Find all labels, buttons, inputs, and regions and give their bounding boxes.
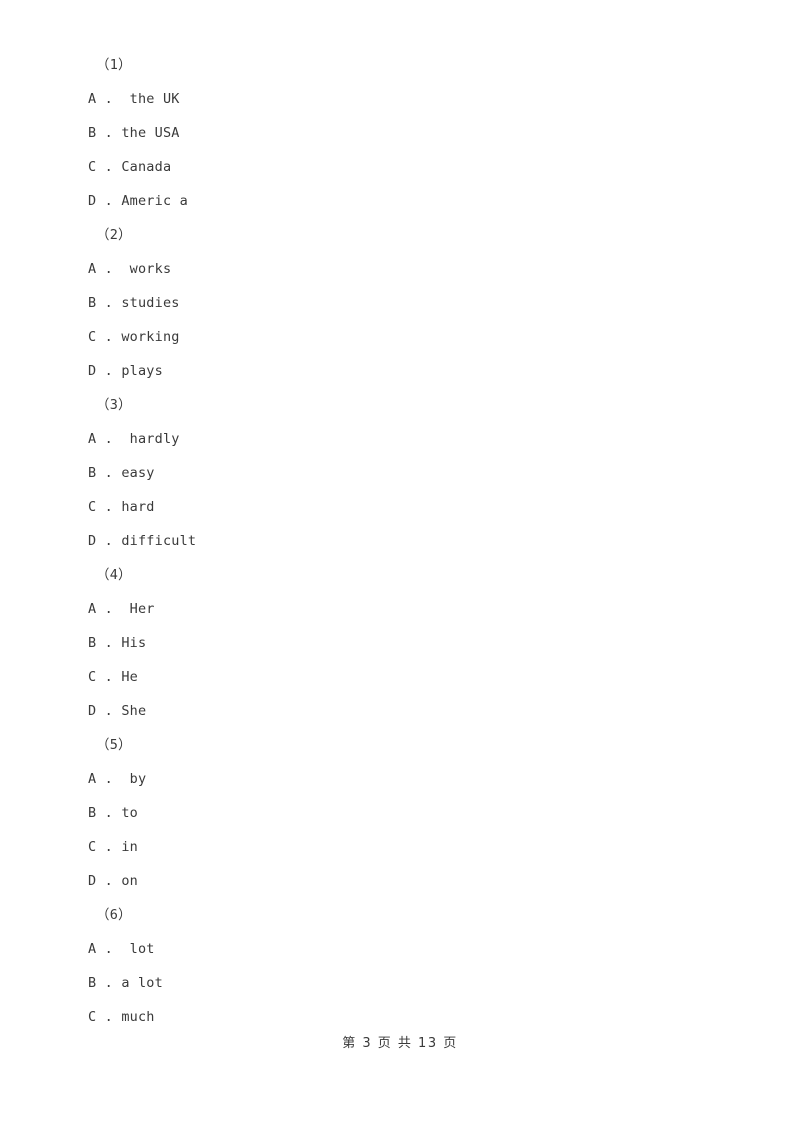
option-text: on: [121, 873, 138, 889]
option-item[interactable]: D . plays: [88, 354, 728, 388]
option-item[interactable]: A . works: [88, 252, 728, 286]
question-number-label: （1）: [96, 57, 132, 73]
option-separator: .: [96, 839, 122, 855]
option-text: in: [121, 839, 138, 855]
option-item[interactable]: B . studies: [88, 286, 728, 320]
option-item[interactable]: C . He: [88, 660, 728, 694]
question-number-label: （2）: [96, 227, 132, 243]
option-text: works: [129, 261, 172, 277]
option-text: to: [121, 805, 138, 821]
option-text: Her: [129, 601, 155, 617]
question-group: （5） A . by B . to C . in D . on: [88, 728, 728, 898]
option-item[interactable]: B . a lot: [88, 966, 728, 1000]
option-separator: .: [96, 363, 122, 379]
question-number-label: （3）: [96, 397, 132, 413]
option-text: Americ a: [121, 193, 188, 209]
option-item[interactable]: B . His: [88, 626, 728, 660]
option-text: the USA: [121, 125, 180, 141]
option-text: the UK: [129, 91, 180, 107]
question-number-label: （5）: [96, 737, 132, 753]
option-separator: .: [96, 91, 130, 107]
option-separator: .: [96, 261, 130, 277]
option-item[interactable]: C . working: [88, 320, 728, 354]
option-text: hard: [121, 499, 155, 515]
option-text: His: [121, 635, 147, 651]
option-item[interactable]: B . easy: [88, 456, 728, 490]
option-item[interactable]: B . the USA: [88, 116, 728, 150]
option-separator: .: [96, 1009, 122, 1025]
option-separator: .: [96, 431, 130, 447]
option-separator: .: [96, 295, 122, 311]
option-separator: .: [96, 873, 122, 889]
document-page: （1） A . the UK B . the USA C . Canada D …: [0, 0, 800, 1132]
option-separator: .: [96, 771, 130, 787]
option-item[interactable]: D . on: [88, 864, 728, 898]
option-text: working: [121, 329, 180, 345]
option-item[interactable]: D . She: [88, 694, 728, 728]
option-separator: .: [96, 635, 122, 651]
question-group: （6） A . lot B . a lot C . much: [88, 898, 728, 1034]
option-item[interactable]: C . hard: [88, 490, 728, 524]
option-item[interactable]: A . lot: [88, 932, 728, 966]
option-text: She: [121, 703, 147, 719]
option-separator: .: [96, 193, 122, 209]
option-separator: .: [96, 669, 122, 685]
option-separator: .: [96, 601, 130, 617]
question-list: （1） A . the UK B . the USA C . Canada D …: [88, 48, 728, 1034]
option-item[interactable]: D . difficult: [88, 524, 728, 558]
option-separator: .: [96, 805, 122, 821]
option-text: plays: [121, 363, 163, 379]
option-text: difficult: [121, 533, 197, 549]
option-separator: .: [96, 703, 122, 719]
option-separator: .: [96, 159, 122, 175]
question-group: （1） A . the UK B . the USA C . Canada D …: [88, 48, 728, 218]
option-item[interactable]: A . the UK: [88, 82, 728, 116]
option-item[interactable]: D . Americ a: [88, 184, 728, 218]
question-group: （3） A . hardly B . easy C . hard D . dif…: [88, 388, 728, 558]
option-text: studies: [121, 295, 180, 311]
option-separator: .: [96, 533, 122, 549]
option-text: a lot: [121, 975, 163, 991]
option-item[interactable]: C . Canada: [88, 150, 728, 184]
option-separator: .: [96, 975, 122, 991]
option-text: lot: [129, 941, 155, 957]
option-item[interactable]: C . in: [88, 830, 728, 864]
question-group: （4） A . Her B . His C . He D . She: [88, 558, 728, 728]
option-text: by: [129, 771, 147, 787]
option-item[interactable]: A . by: [88, 762, 728, 796]
option-separator: .: [96, 499, 122, 515]
option-text: Canada: [121, 159, 172, 175]
option-text: hardly: [129, 431, 180, 447]
option-separator: .: [96, 329, 122, 345]
question-number-label: （6）: [96, 907, 132, 923]
option-separator: .: [96, 941, 130, 957]
option-separator: .: [96, 125, 122, 141]
option-text: easy: [121, 465, 155, 481]
option-item[interactable]: B . to: [88, 796, 728, 830]
option-separator: .: [96, 465, 122, 481]
question-group: （2） A . works B . studies C . working D …: [88, 218, 728, 388]
option-item[interactable]: C . much: [88, 1000, 728, 1034]
option-text: He: [121, 669, 138, 685]
option-item[interactable]: A . Her: [88, 592, 728, 626]
page-footer: 第 3 页 共 13 页: [342, 1036, 458, 1051]
option-text: much: [121, 1009, 155, 1025]
option-item[interactable]: A . hardly: [88, 422, 728, 456]
question-number-label: （4）: [96, 567, 132, 583]
